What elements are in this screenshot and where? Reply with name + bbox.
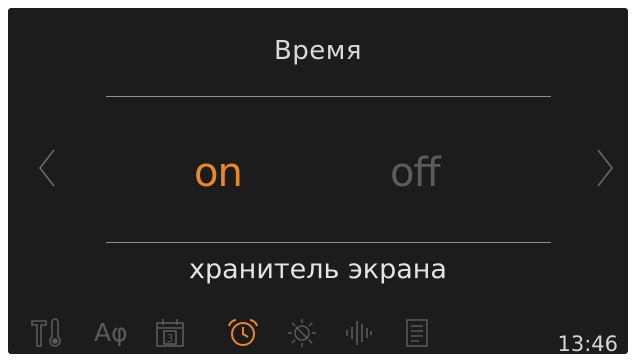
document-icon[interactable] [404, 318, 430, 348]
option-off[interactable]: off [390, 150, 441, 196]
divider-bottom [106, 242, 551, 243]
tools-thermometer-icon[interactable] [30, 318, 64, 348]
chevron-right-icon[interactable] [594, 148, 616, 188]
screen-subtitle: хранитель экрана [189, 254, 447, 285]
screen: Время on off хранитель экрана Аφ 3 13:46 [8, 8, 628, 354]
clock: 13:46 [557, 332, 618, 354]
calendar-icon[interactable]: 3 [155, 318, 185, 348]
chevron-left-icon[interactable] [36, 148, 58, 188]
toolbar: Аφ 3 [8, 310, 628, 350]
alarm-clock-icon[interactable] [226, 318, 260, 348]
language-icon[interactable]: Аφ [94, 318, 128, 347]
sound-icon[interactable] [344, 318, 374, 348]
calendar-day: 3 [167, 332, 174, 345]
brightness-icon[interactable] [286, 318, 318, 348]
divider-top [106, 96, 551, 97]
option-on[interactable]: on [194, 150, 243, 196]
page-title: Время [273, 36, 363, 66]
